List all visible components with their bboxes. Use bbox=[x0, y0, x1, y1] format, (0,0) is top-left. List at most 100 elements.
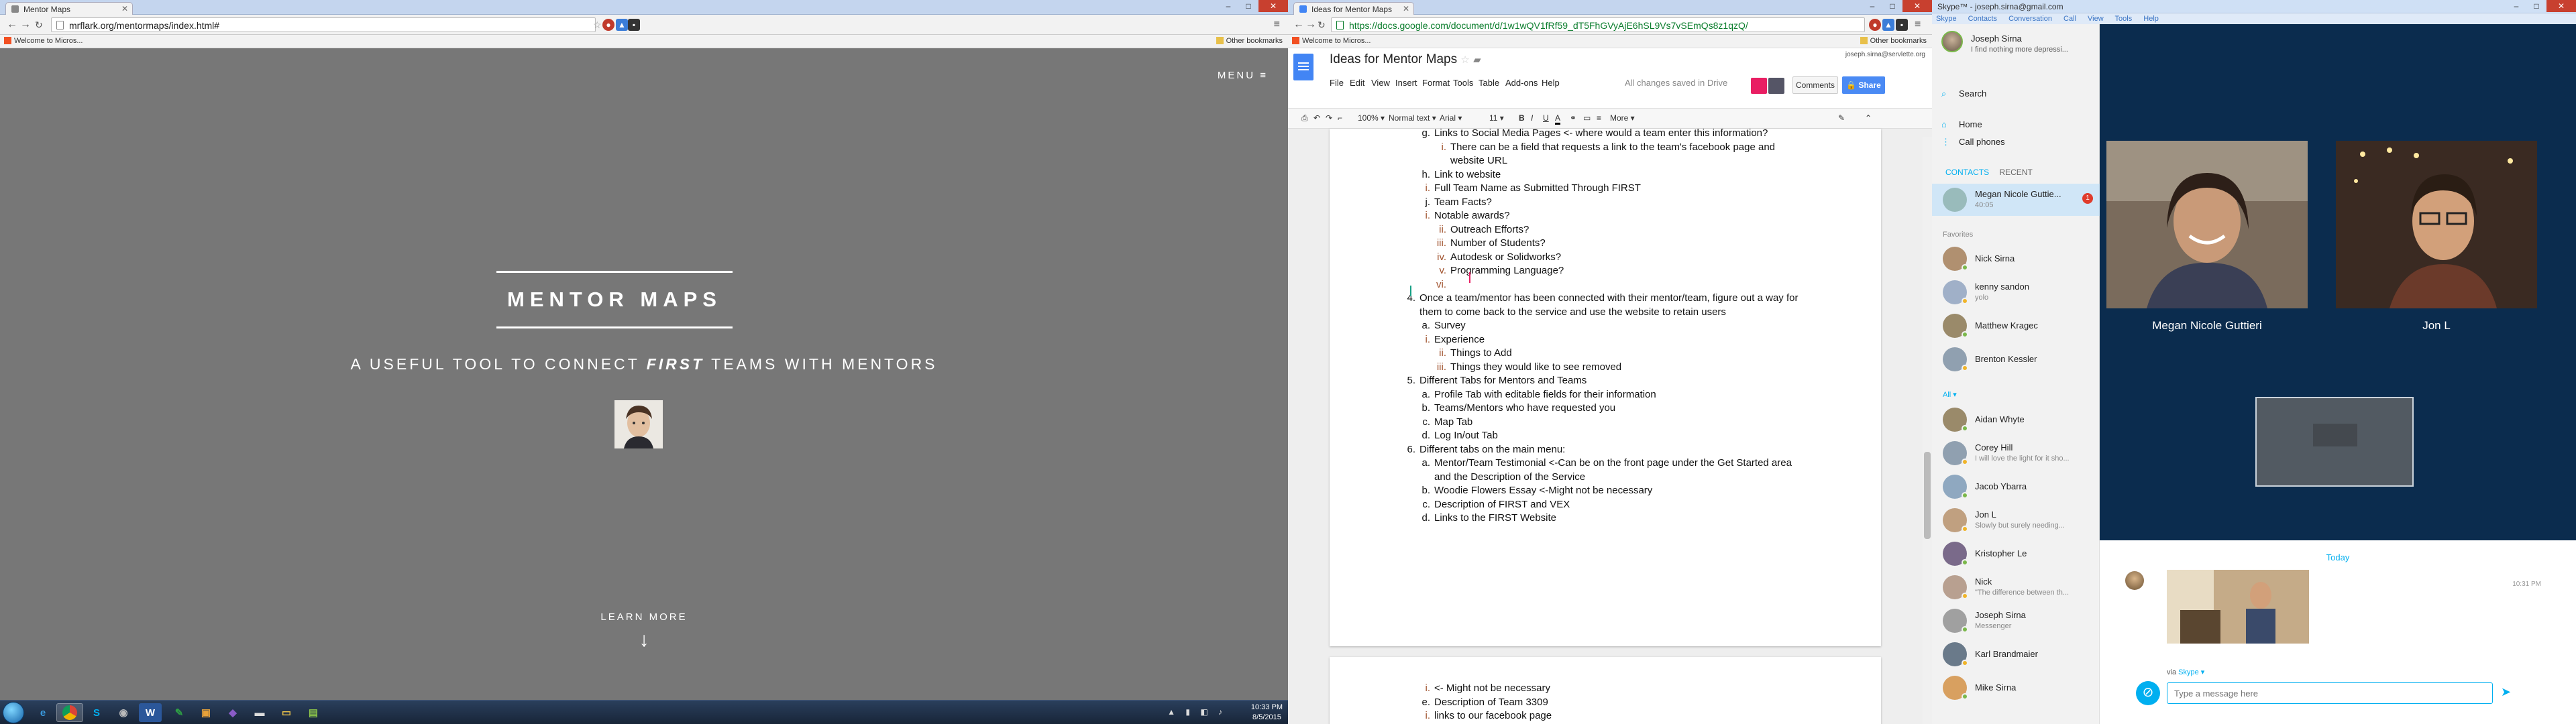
my-avatar[interactable] bbox=[1941, 31, 1963, 52]
docs-home-icon[interactable] bbox=[1293, 54, 1313, 80]
taskbar-clock[interactable]: 10:33 PM 8/5/2015 bbox=[1251, 703, 1283, 723]
document-line[interactable]: 6. Different tabs on the main menu: bbox=[1407, 444, 1565, 455]
document-scrollbar[interactable] bbox=[1923, 137, 1932, 724]
adblock-extension-icon[interactable]: ● bbox=[602, 19, 614, 31]
bold-button[interactable]: B bbox=[1519, 113, 1525, 123]
document-line[interactable]: them to come back to the service and use… bbox=[1419, 306, 1726, 318]
redo-icon[interactable]: ↷ bbox=[1326, 113, 1332, 123]
document-line[interactable]: d. Log In/out Tab bbox=[1421, 430, 1497, 441]
contact-row[interactable]: Karl Brandmaier bbox=[1932, 638, 2100, 670]
document-line[interactable]: i. Full Team Name as Submitted Through FI… bbox=[1426, 182, 1641, 194]
menu-tools[interactable]: Tools bbox=[1453, 78, 1473, 88]
pen-icon[interactable]: ✎ bbox=[1838, 113, 1845, 123]
document-line[interactable]: c. Description of FIRST and VEX bbox=[1422, 499, 1570, 510]
undo-icon[interactable]: ↶ bbox=[1313, 113, 1320, 123]
link-icon[interactable]: ⚭ bbox=[1570, 113, 1576, 123]
document-page-2[interactable]: i. <- Might not be necessary e. Description… bbox=[1330, 657, 1881, 724]
taskbar-skype-icon[interactable]: S bbox=[83, 703, 110, 722]
my-name[interactable]: Joseph Sirna bbox=[1971, 34, 2022, 44]
close-window-button[interactable]: ✕ bbox=[2546, 0, 2576, 12]
contact-row[interactable]: Nick Sirna bbox=[1932, 243, 2100, 275]
taskbar-explorer-icon[interactable]: ▭ bbox=[273, 703, 300, 722]
document-line[interactable]: iv. Autodesk or Solidworks? bbox=[1437, 251, 1561, 263]
contact-row[interactable]: Jacob Ybarra bbox=[1932, 471, 2100, 503]
menu-conversation[interactable]: Conversation bbox=[2008, 15, 2052, 23]
scrollbar-thumb[interactable] bbox=[1924, 452, 1931, 539]
message-input[interactable] bbox=[2167, 682, 2493, 704]
folder-icon[interactable]: ▰ bbox=[1473, 54, 1481, 66]
document-line[interactable]: h. Link to website bbox=[1421, 169, 1501, 180]
document-line[interactable]: 5. Different Tabs for Mentors and Teams bbox=[1407, 375, 1587, 386]
font-size-select[interactable]: 11 ▾ bbox=[1489, 113, 1504, 123]
other-bookmarks[interactable]: Other bookmarks bbox=[1860, 37, 1927, 45]
extension-icon[interactable]: ▲ bbox=[1882, 19, 1894, 31]
contact-row[interactable]: Brenton Kessler bbox=[1932, 343, 2100, 375]
minimize-button[interactable]: – bbox=[1218, 0, 1238, 12]
contact-row[interactable]: Mike Sirna bbox=[1932, 672, 2100, 704]
back-arrow-icon[interactable]: ← bbox=[1293, 19, 1304, 31]
contact-row[interactable]: Joseph Sirna Messenger bbox=[1932, 605, 2100, 637]
menu-insert[interactable]: Insert bbox=[1395, 78, 1417, 88]
extension-icon[interactable]: ▲ bbox=[616, 19, 628, 31]
document-line[interactable]: a. Survey bbox=[1421, 320, 1465, 331]
share-button[interactable]: 🔒 Share bbox=[1842, 76, 1885, 94]
document-line[interactable]: i. Notable awards? bbox=[1426, 210, 1510, 221]
down-arrow-icon[interactable]: ↓ bbox=[0, 629, 1288, 652]
document-line[interactable]: g. Links to Social Media Pages <- where w… bbox=[1421, 127, 1768, 139]
star-icon[interactable]: ☆ bbox=[1460, 54, 1469, 66]
document-line[interactable]: and the Description of the Service bbox=[1434, 471, 1585, 483]
document-line[interactable]: j. Team Facts? bbox=[1426, 196, 1492, 208]
document-line[interactable]: a. Mentor/Team Testimonial <-Can be on th… bbox=[1421, 457, 1791, 469]
chrome-menu-icon[interactable]: ≡ bbox=[1915, 19, 1921, 31]
taskbar-chrome-icon[interactable] bbox=[56, 703, 83, 722]
nav-call-phones[interactable]: ⋮ Call phones bbox=[1941, 137, 2005, 147]
taskbar-media-icon[interactable]: ▬ bbox=[246, 703, 273, 722]
menu-help[interactable]: Help bbox=[1542, 78, 1560, 88]
document-title[interactable]: Ideas for Mentor Maps ☆ ▰ bbox=[1330, 52, 1481, 67]
contact-row[interactable]: Kristopher Le bbox=[1932, 538, 2100, 570]
other-bookmarks[interactable]: Other bookmarks bbox=[1216, 37, 1283, 45]
document-line[interactable]: 4. Once a team/mentor has been connected … bbox=[1407, 292, 1798, 304]
browser-tab-mentor-maps[interactable]: Mentor Maps ✕ bbox=[5, 2, 133, 15]
taskbar-steam-icon[interactable]: ◉ bbox=[110, 703, 137, 722]
learn-more-link[interactable]: LEARN MORE bbox=[0, 611, 1288, 623]
maximize-button[interactable]: □ bbox=[2526, 0, 2546, 12]
text-color-button[interactable]: A bbox=[1555, 113, 1561, 125]
document-line[interactable]: iii. Things they would like to see remove… bbox=[1437, 361, 1621, 373]
adblock-extension-icon[interactable]: ● bbox=[1869, 19, 1881, 31]
taskbar-notepad-icon[interactable]: ▤ bbox=[300, 703, 327, 722]
shared-photo[interactable] bbox=[2167, 570, 2309, 644]
browser-tab-docs[interactable]: Ideas for Mentor Maps ✕ bbox=[1293, 2, 1414, 15]
align-icon[interactable]: ≡ bbox=[1597, 113, 1601, 123]
collaborator-avatar[interactable] bbox=[1768, 78, 1784, 94]
close-window-button[interactable]: ✕ bbox=[1258, 0, 1288, 12]
tab-contacts[interactable]: CONTACTS bbox=[1945, 168, 1989, 177]
document-line[interactable]: c. Map Tab bbox=[1422, 416, 1472, 428]
menu-addons[interactable]: Add-ons bbox=[1505, 78, 1538, 88]
taskbar-visual-studio-icon[interactable]: ◆ bbox=[219, 703, 246, 722]
menu-file[interactable]: File bbox=[1330, 78, 1344, 88]
tab-recent[interactable]: RECENT bbox=[1999, 168, 2032, 177]
document-line[interactable]: i. There can be a field that requests a l… bbox=[1442, 141, 1776, 153]
bookmark-welcome[interactable]: Welcome to Micros... bbox=[1292, 37, 1371, 45]
chrome-menu-icon[interactable]: ≡ bbox=[1274, 19, 1280, 31]
style-select[interactable]: Normal text ▾ bbox=[1389, 113, 1436, 123]
document-line[interactable]: website URL bbox=[1450, 155, 1507, 166]
document-line[interactable]: v. Programming Language? bbox=[1439, 265, 1564, 276]
taskbar-excel-icon[interactable]: ✎ bbox=[166, 703, 193, 722]
start-button[interactable] bbox=[3, 702, 24, 723]
back-arrow-icon[interactable]: ← bbox=[7, 19, 17, 31]
menu-view[interactable]: View bbox=[1371, 78, 1390, 88]
menu-table[interactable]: Table bbox=[1479, 78, 1499, 88]
reload-icon[interactable]: ↻ bbox=[1318, 19, 1326, 31]
document-line[interactable]: i. <- Might not be necessary bbox=[1426, 682, 1551, 694]
close-tab-icon[interactable]: ✕ bbox=[121, 4, 128, 13]
maximize-button[interactable]: □ bbox=[1238, 0, 1258, 12]
close-tab-icon[interactable]: ✕ bbox=[1403, 4, 1409, 13]
bookmark-welcome[interactable]: Welcome to Micros... bbox=[4, 37, 83, 45]
document-line[interactable]: b. Teams/Mentors who have requested you bbox=[1421, 402, 1615, 414]
via-skype[interactable]: via Skype ▾ bbox=[2167, 668, 2204, 676]
close-window-button[interactable]: ✕ bbox=[1902, 0, 1932, 12]
menu-tools[interactable]: Tools bbox=[2115, 15, 2133, 23]
document-line[interactable]: ii. Things to Add bbox=[1439, 347, 1512, 359]
